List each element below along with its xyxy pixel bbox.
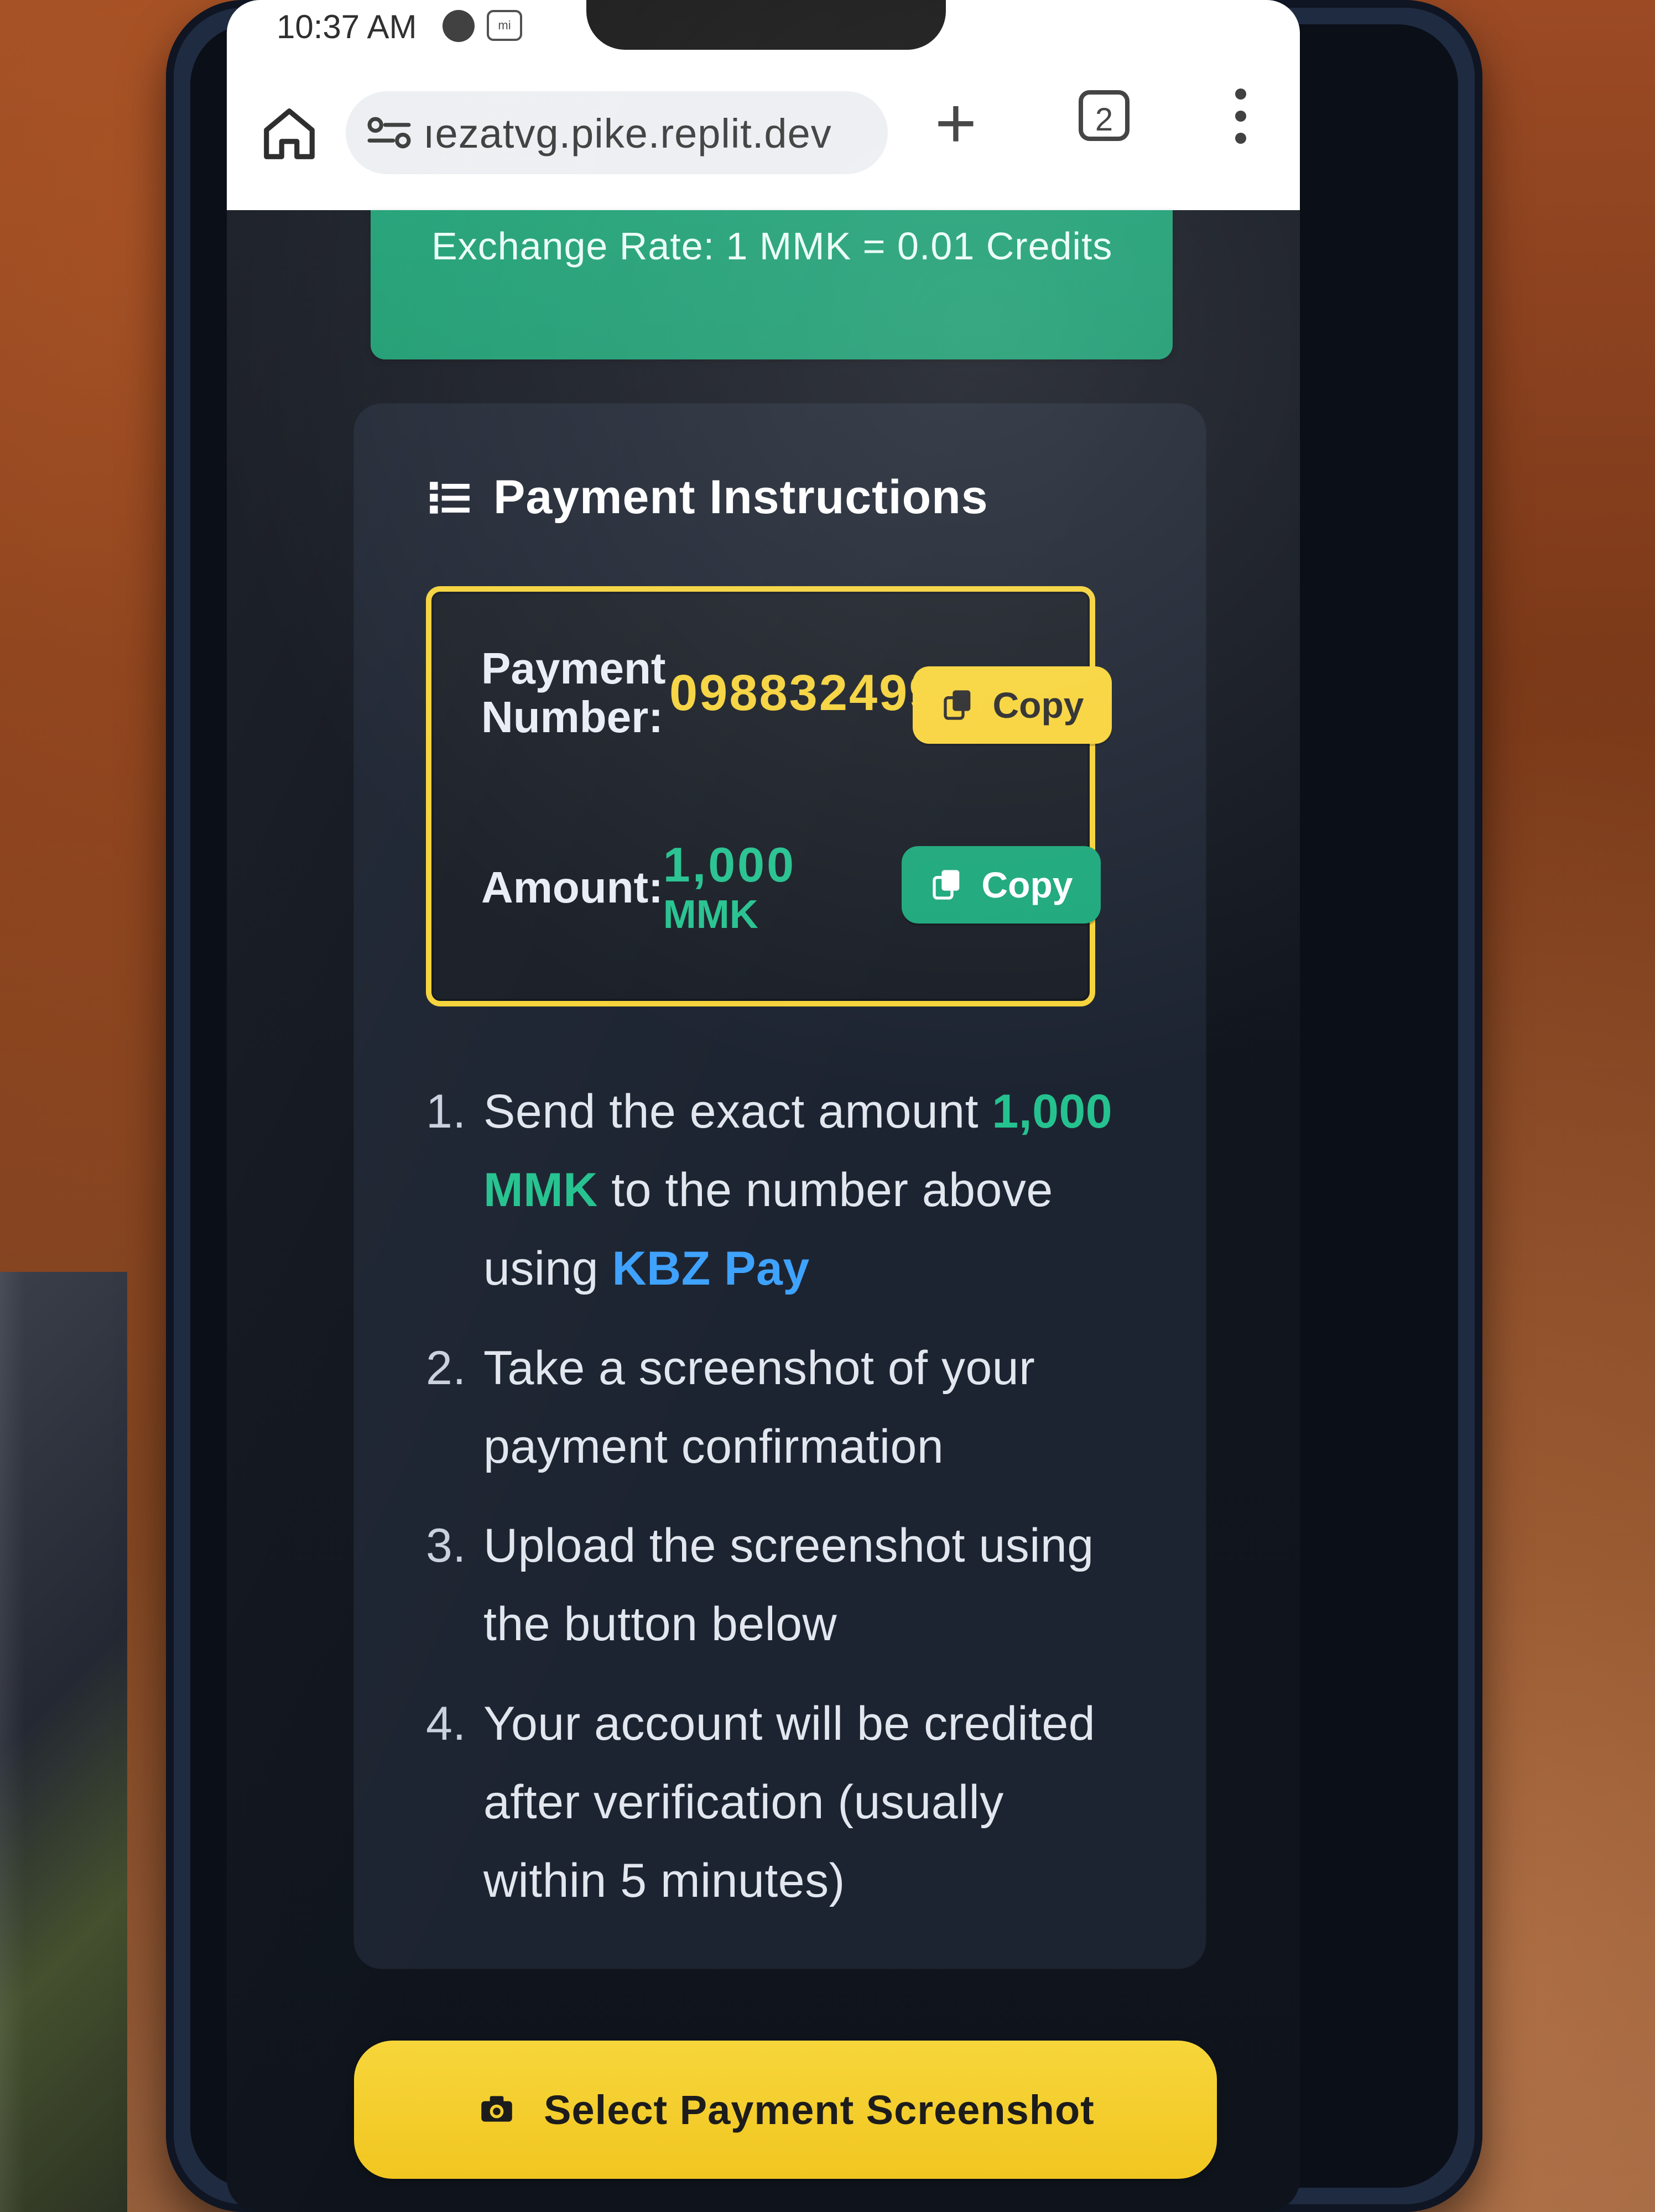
site-settings-icon[interactable] xyxy=(366,113,413,152)
amount-label: Amount: xyxy=(481,863,663,912)
amount-row: Amount: 1,000 MMK Copy xyxy=(481,841,1101,935)
exchange-rate-text: Exchange Rate: 1 MMK = 0.01 Credits xyxy=(431,225,1113,268)
step-text: Upload the screenshot using the button b… xyxy=(483,1519,1094,1651)
payment-number-row: Payment Number: 09883249943 Copy xyxy=(481,644,1112,744)
step-number: 4. xyxy=(426,1697,466,1751)
step-text: Take a screenshot of your payment confir… xyxy=(483,1341,1035,1473)
step-text: Send the exact amount 1,000 MMK to the n… xyxy=(483,1073,1123,1308)
payment-instructions-card: Payment Instructions Payment Number: 098… xyxy=(354,404,1206,1969)
background-object xyxy=(0,1272,127,2212)
copy-label: Copy xyxy=(981,864,1073,905)
more-vert-icon[interactable] xyxy=(1234,88,1248,155)
payment-instructions-title: Payment Instructions xyxy=(426,470,988,525)
step-number: 1. xyxy=(426,1085,466,1138)
sync-icon xyxy=(443,10,475,42)
copy-icon xyxy=(943,690,970,720)
select-payment-screenshot-button[interactable]: Select Payment Screenshot xyxy=(354,2041,1217,2179)
status-time: 10:37 AM xyxy=(277,8,417,45)
amount-number: 1,000 xyxy=(663,837,797,892)
tabs-count-button[interactable]: 2 xyxy=(1079,90,1130,141)
camera-icon xyxy=(481,2096,512,2122)
step-item: 4. Your account will be credited after v… xyxy=(426,1685,1123,1921)
step-number: 3. xyxy=(426,1519,466,1573)
amount-unit: MMK xyxy=(663,893,758,937)
url-text[interactable]: ıezatvg.pike.replit.dev xyxy=(423,110,832,157)
browser-toolbar: ıezatvg.pike.replit.dev + 2 xyxy=(227,53,1300,211)
url-bar[interactable]: ıezatvg.pike.replit.dev xyxy=(346,91,888,174)
copy-payment-number-button[interactable]: Copy xyxy=(913,666,1112,744)
phone-screen: 10:37 AM mi ıezatvg.pike.replit.dev + 2 xyxy=(227,0,1300,2212)
step-number: 2. xyxy=(426,1341,466,1395)
list-icon xyxy=(430,481,470,514)
home-icon[interactable] xyxy=(259,103,320,164)
select-payment-screenshot-label: Select Payment Screenshot xyxy=(544,2086,1095,2133)
copy-icon xyxy=(932,870,959,900)
payment-instructions-heading: Payment Instructions xyxy=(493,471,988,524)
copy-label: Copy xyxy=(992,685,1084,726)
step-text: Your account will be credited after veri… xyxy=(483,1697,1096,1908)
step-item: 2. Take a screenshot of your payment con… xyxy=(426,1329,1123,1486)
exchange-rate-card: Exchange Rate: 1 MMK = 0.01 Credits xyxy=(371,210,1173,359)
payment-steps-list: 1. Send the exact amount 1,000 MMK to th… xyxy=(426,1073,1123,1942)
payment-details-box: Payment Number: 09883249943 Copy Amount:… xyxy=(426,586,1112,1006)
step-item: 1. Send the exact amount 1,000 MMK to th… xyxy=(426,1073,1123,1308)
amount-value: 1,000 MMK xyxy=(663,841,796,935)
copy-amount-button[interactable]: Copy xyxy=(902,846,1101,924)
step-service-highlight: KBZ Pay xyxy=(612,1241,810,1295)
mi-icon-label: mi xyxy=(498,18,511,32)
plus-icon[interactable]: + xyxy=(935,87,977,159)
step-item: 3. Upload the screenshot using the butto… xyxy=(426,1507,1123,1664)
step-text-part: Send the exact amount xyxy=(483,1085,992,1138)
camera-notch xyxy=(586,0,946,50)
mi-icon: mi xyxy=(487,10,522,41)
page-content: Exchange Rate: 1 MMK = 0.01 Credits Paym… xyxy=(227,210,1300,2212)
payment-number-label: Payment Number: xyxy=(481,644,666,742)
